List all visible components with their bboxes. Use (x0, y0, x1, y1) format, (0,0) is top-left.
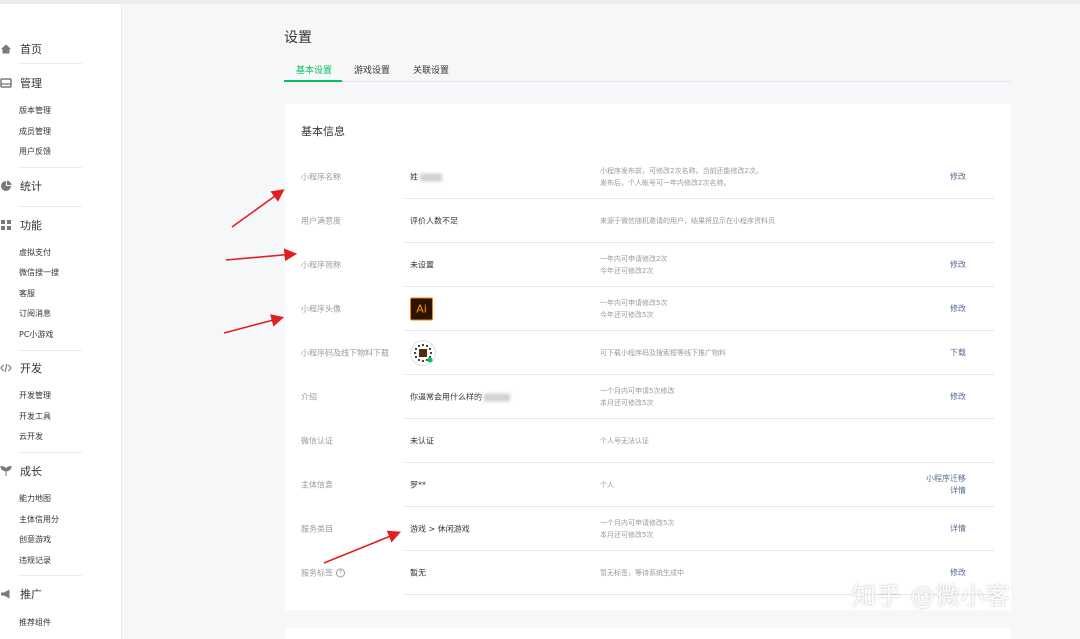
annotation-arrow (231, 189, 285, 228)
annotation-arrows (223, 189, 401, 564)
watermark: 知乎 @微小客 (852, 582, 1011, 610)
annotation-arrow (225, 248, 298, 262)
annotation-arrow (323, 530, 401, 564)
annotation-arrow (223, 314, 285, 334)
